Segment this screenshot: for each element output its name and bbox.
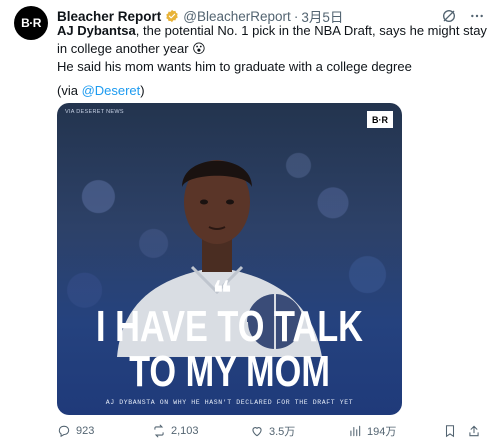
views-count: 194万 — [367, 426, 397, 438]
views-button[interactable]: 194万 — [348, 423, 443, 439]
reply-button[interactable]: 923 — [57, 424, 152, 438]
reply-count: 923 — [76, 425, 95, 437]
tweet-text-line-3: (via @Deseret) — [57, 82, 487, 100]
source-watermark: VIA DESERET NEWS — [65, 109, 124, 115]
heart-icon — [252, 427, 262, 437]
verified-badge-icon — [166, 9, 179, 23]
bookmark-icon — [445, 425, 455, 438]
like-button[interactable]: 3.5万 — [250, 423, 348, 439]
deseret-mention-link[interactable]: @Deseret — [82, 83, 141, 98]
repost-icon — [154, 424, 164, 438]
share-button[interactable] — [467, 424, 491, 438]
reply-icon — [58, 425, 70, 438]
br-logo: B·R — [367, 111, 393, 128]
tweet-text-line-1: AJ Dybantsa, the potential No. 1 pick in… — [57, 22, 487, 58]
bookmark-button[interactable] — [443, 424, 467, 438]
avatar[interactable]: B·R — [14, 6, 48, 40]
like-count: 3.5万 — [269, 426, 296, 438]
via-prefix: (via — [57, 83, 82, 98]
via-suffix: ) — [140, 83, 145, 98]
tweet-media-image[interactable]: VIA DESERET NEWS B·R ❝ I HAVE TO TALK TO… — [57, 103, 402, 415]
headline-line-1: I HAVE TO TALK — [96, 302, 363, 351]
repost-button[interactable]: 2,103 — [152, 424, 250, 438]
headline-line-2: TO MY MOM — [129, 347, 330, 396]
mention-player-name: AJ Dybantsa — [57, 23, 136, 38]
repost-count: 2,103 — [171, 425, 199, 437]
share-icon — [469, 425, 479, 437]
headline-subtext: AJ DYBANSTA ON WHY HE HASN'T DECLARED FO… — [105, 399, 354, 406]
tweet[interactable]: B·R Bleacher Report @BleacherReport · 3月… — [0, 0, 500, 440]
tweet-text-line-2: He said his mom wants him to graduate wi… — [57, 59, 412, 74]
views-chart-icon — [350, 425, 361, 437]
tweet-actions-bar: 923 2,103 3.5万 194万 — [57, 423, 497, 439]
